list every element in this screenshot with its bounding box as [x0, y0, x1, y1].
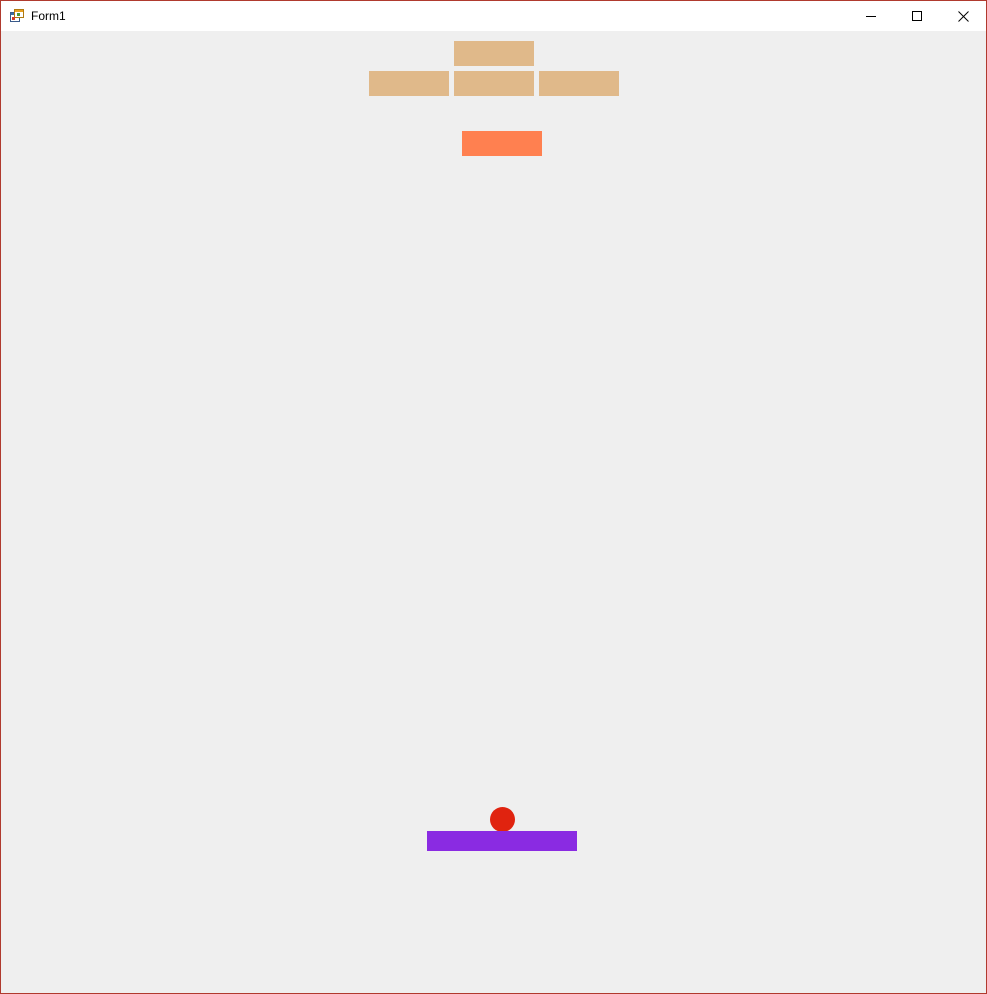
brick-row2-left	[369, 71, 449, 96]
brick-top	[454, 41, 534, 66]
window-title: Form1	[31, 9, 66, 23]
brick-row2-right	[539, 71, 619, 96]
paddle[interactable]	[427, 831, 577, 851]
minimize-icon	[866, 11, 876, 21]
form-window: Form1	[0, 0, 987, 994]
winforms-app-icon	[10, 9, 24, 23]
close-button[interactable]	[940, 1, 986, 31]
brick-row2-middle	[454, 71, 534, 96]
maximize-icon	[912, 11, 922, 21]
minimize-button[interactable]	[848, 1, 894, 31]
brick-coral	[462, 131, 542, 156]
ball	[490, 807, 515, 832]
close-icon	[957, 10, 969, 22]
maximize-button[interactable]	[894, 1, 940, 31]
title-bar[interactable]: Form1	[1, 1, 986, 31]
game-area[interactable]	[1, 31, 986, 993]
